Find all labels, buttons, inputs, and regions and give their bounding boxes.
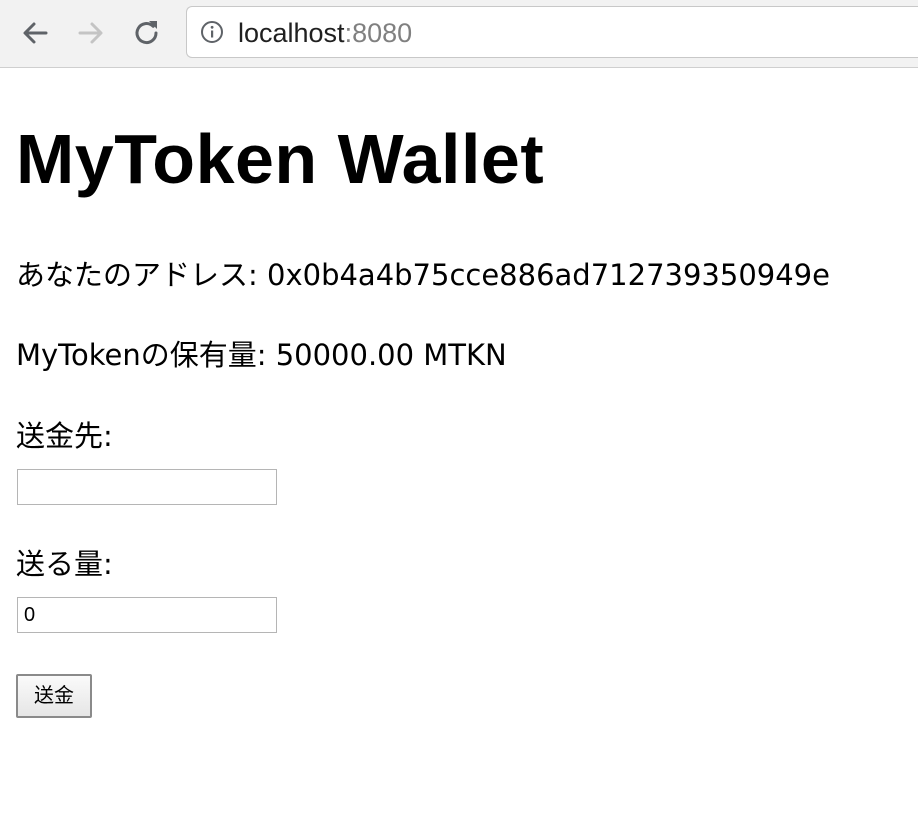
page-content: MyToken Wallet あなたのアドレス: 0x0b4a4b75cce88…	[16, 68, 918, 828]
balance-value: 50000.00 MTKN	[275, 338, 507, 372]
address-bar[interactable]: localhost:8080	[186, 6, 918, 58]
balance-line: MyTokenの保有量: 50000.00 MTKN	[16, 338, 507, 372]
url-host: localhost	[238, 18, 345, 48]
forward-button[interactable]	[74, 16, 108, 50]
browser-toolbar: localhost:8080	[0, 0, 918, 68]
recipient-label: 送金先:	[16, 419, 113, 453]
url-text[interactable]: localhost:8080	[238, 18, 412, 48]
arrow-right-icon	[78, 22, 103, 44]
address-line: あなたのアドレス: 0x0b4a4b75cce886ad712739350949…	[16, 258, 830, 292]
reload-icon	[135, 21, 158, 45]
send-button[interactable]: 送金	[16, 674, 92, 718]
address-label: あなたのアドレス:	[16, 258, 267, 292]
recipient-input[interactable]	[17, 469, 277, 505]
url-port: :8080	[344, 18, 413, 48]
address-value: 0x0b4a4b75cce886ad712739350949e	[267, 258, 830, 292]
amount-input[interactable]	[17, 597, 277, 633]
back-button[interactable]	[18, 16, 52, 50]
page-title: MyToken Wallet	[16, 120, 545, 198]
info-icon[interactable]	[200, 20, 224, 44]
amount-label: 送る量:	[16, 547, 113, 581]
balance-label: MyTokenの保有量:	[16, 338, 276, 372]
arrow-left-icon	[23, 22, 48, 44]
reload-button[interactable]	[130, 16, 164, 50]
